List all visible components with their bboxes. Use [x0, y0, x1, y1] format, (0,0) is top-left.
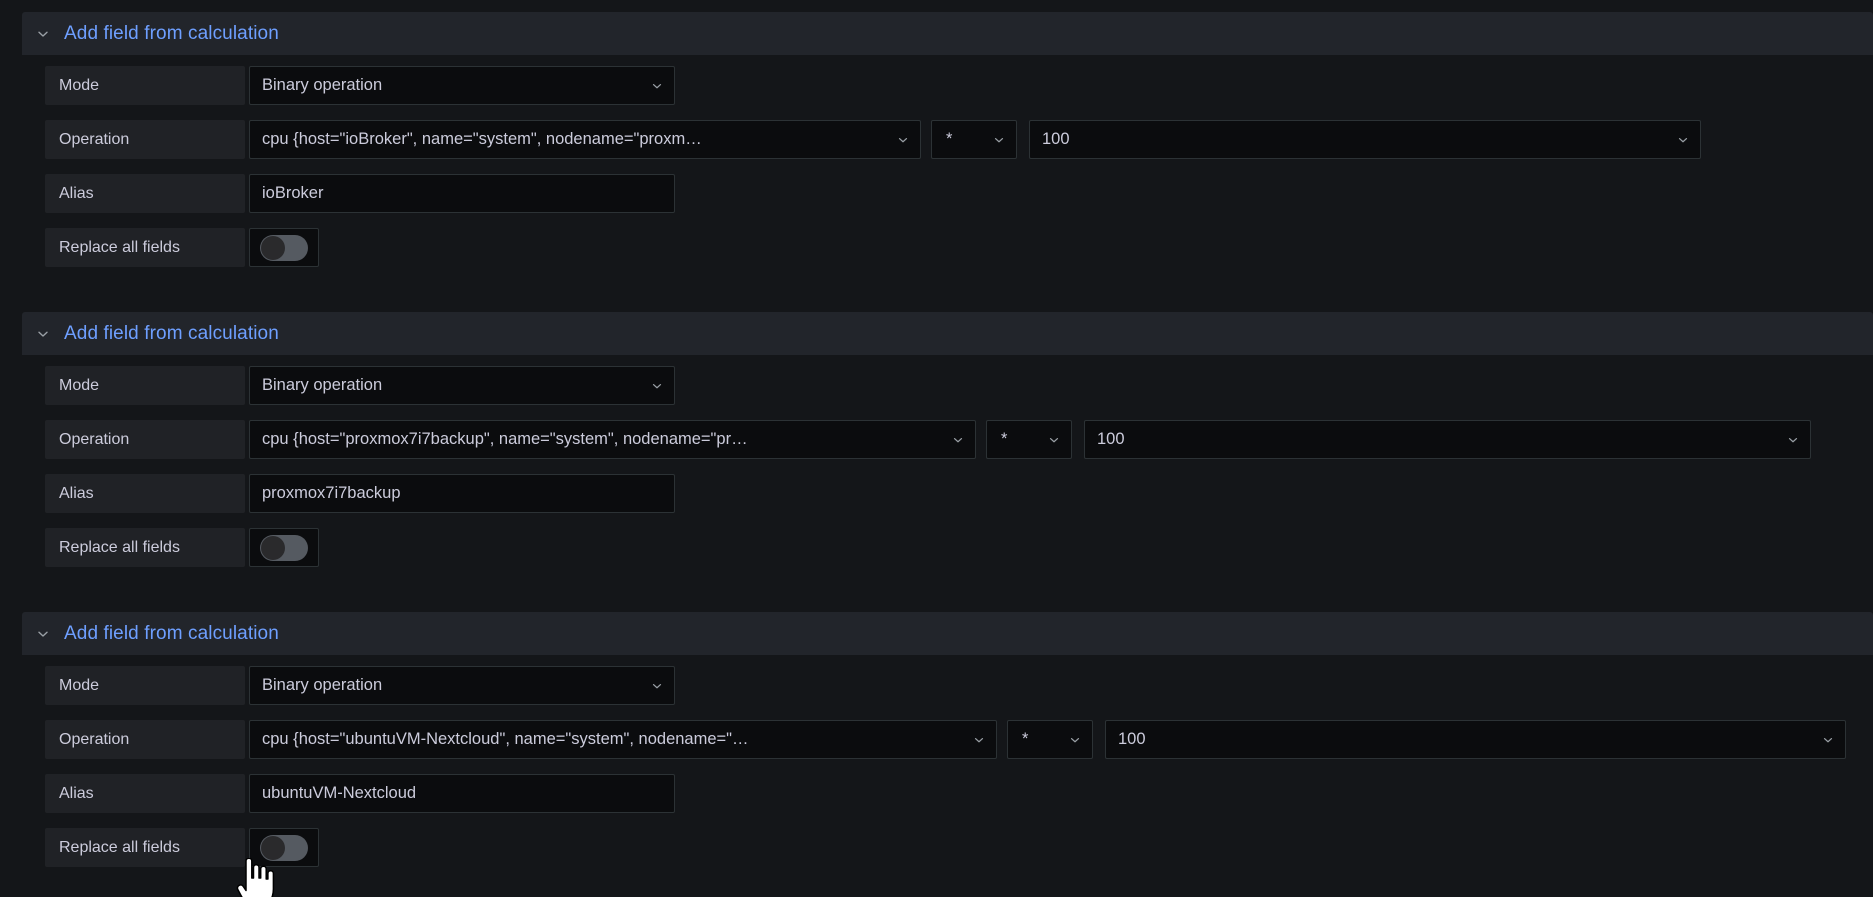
mode-label: Mode	[45, 366, 245, 405]
alias-label: Alias	[45, 774, 245, 813]
field-row-replace-all-fields: Replace all fields	[45, 528, 319, 567]
operator-select[interactable]: *	[1007, 720, 1093, 759]
operation-label: Operation	[45, 120, 245, 159]
chevron-down-icon	[649, 78, 665, 94]
operation-right-select[interactable]: 100	[1029, 120, 1701, 159]
alias-input[interactable]: proxmox7i7backup	[249, 474, 675, 513]
transformation-title: Add field from calculation	[64, 622, 279, 644]
chevron-down-icon	[1785, 432, 1801, 448]
operation-label: Operation	[45, 420, 245, 459]
replace-all-fields-label: Replace all fields	[45, 528, 245, 567]
chevron-down-icon	[649, 678, 665, 694]
alias-value: ubuntuVM-Nextcloud	[262, 784, 417, 802]
transformation-header[interactable]: Add field from calculation	[22, 312, 1873, 355]
replace-all-fields-label: Replace all fields	[45, 228, 245, 267]
field-row-mode: Mode Binary operation	[45, 66, 675, 105]
field-row-mode: Mode Binary operation	[45, 366, 675, 405]
operation-left-value: cpu {host="ubuntuVM-Nextcloud", name="sy…	[262, 730, 749, 748]
alias-label: Alias	[45, 474, 245, 513]
mode-select[interactable]: Binary operation	[249, 66, 675, 105]
field-row-operation: Operation cpu {host="ioBroker", name="sy…	[45, 120, 1701, 159]
alias-value: ioBroker	[262, 184, 324, 202]
mode-value: Binary operation	[262, 76, 383, 94]
mode-label: Mode	[45, 666, 245, 705]
chevron-down-icon	[895, 132, 911, 148]
toggle-track	[260, 834, 308, 861]
operation-left-select[interactable]: cpu {host="proxmox7i7backup", name="syst…	[249, 420, 976, 459]
operator-select[interactable]: *	[931, 120, 1017, 159]
alias-label: Alias	[45, 174, 245, 213]
operation-left-value: cpu {host="ioBroker", name="system", nod…	[262, 130, 702, 148]
operation-right-value: 100	[1118, 730, 1146, 748]
transformations-editor-page: Add field from calculation Mode Binary o…	[0, 0, 1873, 897]
chevron-down-icon[interactable]	[34, 325, 52, 343]
operation-right-value: 100	[1097, 430, 1125, 448]
mode-select[interactable]: Binary operation	[249, 666, 675, 705]
toggle-knob	[261, 535, 285, 560]
chevron-down-icon[interactable]	[34, 25, 52, 43]
chevron-down-icon	[649, 378, 665, 394]
operation-right-select[interactable]: 100	[1105, 720, 1846, 759]
mode-select[interactable]: Binary operation	[249, 366, 675, 405]
toggle-track	[260, 234, 308, 261]
operation-left-select[interactable]: cpu {host="ioBroker", name="system", nod…	[249, 120, 921, 159]
field-row-operation: Operation cpu {host="proxmox7i7backup", …	[45, 420, 1811, 459]
chevron-down-icon	[1820, 732, 1836, 748]
alias-value: proxmox7i7backup	[262, 484, 401, 502]
operation-left-select[interactable]: cpu {host="ubuntuVM-Nextcloud", name="sy…	[249, 720, 997, 759]
operation-label: Operation	[45, 720, 245, 759]
field-row-mode: Mode Binary operation	[45, 666, 675, 705]
replace-all-fields-toggle[interactable]	[249, 228, 319, 267]
field-row-alias: Alias proxmox7i7backup	[45, 474, 675, 513]
chevron-down-icon[interactable]	[34, 625, 52, 643]
chevron-down-icon	[991, 132, 1007, 148]
field-row-alias: Alias ioBroker	[45, 174, 675, 213]
operation-left-value: cpu {host="proxmox7i7backup", name="syst…	[262, 430, 748, 448]
operator-select[interactable]: *	[986, 420, 1072, 459]
transformation-header[interactable]: Add field from calculation	[22, 612, 1873, 655]
mode-label: Mode	[45, 66, 245, 105]
toggle-knob	[261, 235, 285, 260]
field-row-replace-all-fields: Replace all fields	[45, 228, 319, 267]
chevron-down-icon	[950, 432, 966, 448]
operation-right-value: 100	[1042, 130, 1070, 148]
alias-input[interactable]: ubuntuVM-Nextcloud	[249, 774, 675, 813]
alias-input[interactable]: ioBroker	[249, 174, 675, 213]
transformation-title: Add field from calculation	[64, 322, 279, 344]
field-row-operation: Operation cpu {host="ubuntuVM-Nextcloud"…	[45, 720, 1846, 759]
transformation-header[interactable]: Add field from calculation	[22, 12, 1873, 55]
replace-all-fields-toggle[interactable]	[249, 528, 319, 567]
replace-all-fields-label: Replace all fields	[45, 828, 245, 867]
chevron-down-icon	[1046, 432, 1062, 448]
field-row-alias: Alias ubuntuVM-Nextcloud	[45, 774, 675, 813]
chevron-down-icon	[1067, 732, 1083, 748]
transformation-title: Add field from calculation	[64, 22, 279, 44]
mode-value: Binary operation	[262, 376, 383, 394]
toggle-track	[260, 534, 308, 561]
operation-right-select[interactable]: 100	[1084, 420, 1811, 459]
mode-value: Binary operation	[262, 676, 383, 694]
toggle-knob	[261, 835, 285, 860]
chevron-down-icon	[1675, 132, 1691, 148]
chevron-down-icon	[971, 732, 987, 748]
field-row-replace-all-fields: Replace all fields	[45, 828, 319, 867]
replace-all-fields-toggle[interactable]	[249, 828, 319, 867]
